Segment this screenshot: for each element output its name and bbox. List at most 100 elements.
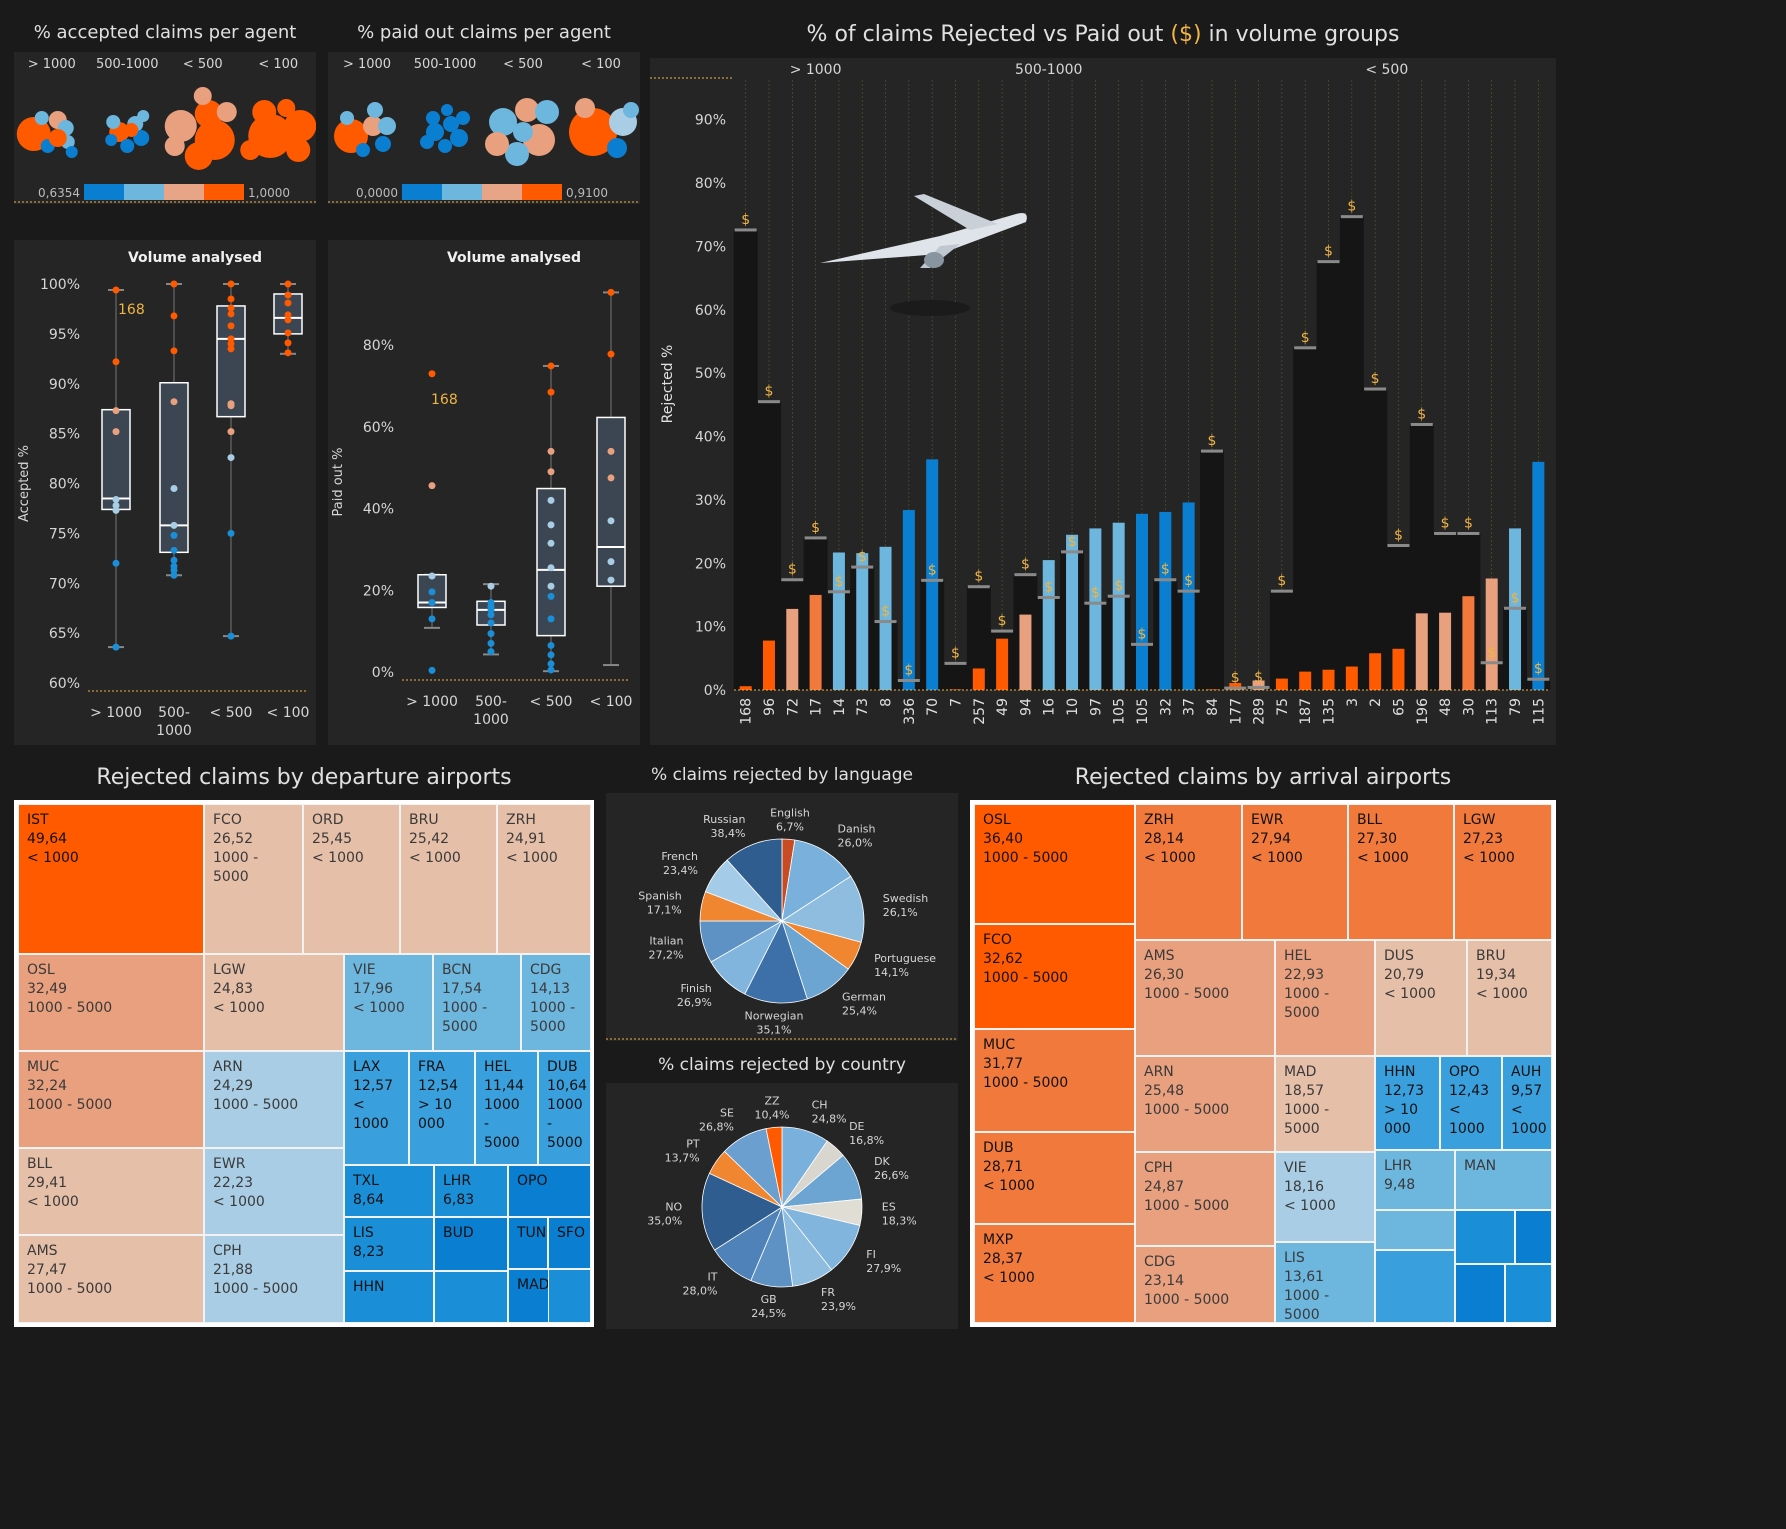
treemap-cell-vie[interactable]: VIE 18,16 < 1000 [1275,1152,1375,1242]
treemap-volume-band: < 1000 [1476,986,1528,1002]
treemap-cell-mxp[interactable]: MXP 28,37 < 1000 [974,1224,1135,1323]
treemap-airport-code: LGW [213,962,246,978]
treemap-airport-code: OSL [983,812,1011,828]
treemap-airport-code: MUC [27,1059,60,1075]
treemap-small-cell[interactable] [1455,1210,1515,1264]
treemap-cell-arn[interactable]: ARN 24,29 1000 - 5000 [204,1051,344,1148]
treemap-cell-fco[interactable]: FCO 26,52 1000 - 5000 [204,804,303,954]
treemap-cell-hhn[interactable]: HHN [344,1271,434,1323]
treemap-cell-zrh[interactable]: ZRH 24,91 < 1000 [497,804,591,954]
treemap-cell-zrh[interactable]: ZRH 28,14 < 1000 [1135,804,1242,940]
treemap-cell-cph[interactable]: CPH 24,87 1000 - 5000 [1135,1152,1275,1246]
treemap-cell-bru[interactable]: BRU 25,42 < 1000 [400,804,497,954]
treemap-cell-lis[interactable]: LIS 13,61 1000 - 5000 [1275,1242,1375,1323]
x-tick-label: 49 [995,698,1011,716]
paid-out-marker [967,585,990,589]
treemap-cell-bru[interactable]: BRU 19,34 < 1000 [1467,940,1552,1056]
country-pie-chart: CH24,8%DE16,8% DK26,6% ES18,3% FI27,9% FR23,… [647,1095,916,1321]
treemap-cell-bll[interactable]: BLL 29,41 < 1000 [18,1148,204,1235]
treemap-cell-arn[interactable]: ARN 25,48 1000 - 5000 [1135,1056,1275,1152]
group-label: 500-1000 [1015,62,1082,78]
treemap-cell-osl[interactable]: OSL 32,49 1000 - 5000 [18,954,204,1051]
treemap-airport-code: VIE [353,962,376,978]
treemap-cell-ewr[interactable]: EWR 22,23 < 1000 [204,1148,344,1235]
bubble [489,108,517,136]
treemap-cell-auh[interactable]: AUH 9,57 < 1000 [1502,1056,1552,1150]
data-point [547,666,555,674]
data-point [170,556,178,564]
treemap-cell-lhr[interactable]: LHR 6,83 [434,1165,508,1217]
data-point [428,666,436,674]
treemap-rejected-value: 22,93 [1284,967,1325,983]
treemap-cell-lgw[interactable]: LGW 24,83 < 1000 [204,954,344,1051]
paid-out-label: $ [1324,244,1333,260]
language-pie-chart: English6,7% Danish26,0% Swedish26,1% Portug… [606,806,958,1040]
accepted-boxplot-panel: Volume analysed Accepted % 100% 95% 90% 85% 80… [14,240,316,745]
treemap-cell-cph[interactable]: CPH 21,88 1000 - 5000 [204,1235,344,1323]
treemap-cell-dub[interactable]: DUB 10,64 1000 - 5000 [538,1051,591,1165]
paid-out-label: $ [1091,585,1100,601]
treemap-cell-ord[interactable]: ORD 25,45 < 1000 [303,804,400,954]
treemap-cell-sfo[interactable]: SFO [548,1217,591,1269]
treemap-airport-code: CPH [213,1243,242,1259]
treemap-cell-man[interactable]: MAN [1455,1150,1552,1210]
data-point [607,350,615,358]
treemap-small-cell[interactable] [1505,1264,1552,1323]
treemap-cell-cdg[interactable]: CDG 14,13 1000 - 5000 [521,954,591,1051]
rejected-bar [1182,502,1195,690]
treemap-cell-fra[interactable]: FRA 12,54 > 10 000 [409,1051,475,1165]
treemap-cell-bud[interactable]: BUD [434,1217,508,1271]
treemap-small-cell[interactable] [434,1271,508,1323]
treemap-cell-dus[interactable]: DUS 20,79 < 1000 [1375,940,1467,1056]
y-tick-label: 70% [695,239,726,255]
treemap-cell-ist[interactable]: IST 49,64 < 1000 [18,804,204,954]
boxplot-title: Volume analysed [128,250,262,266]
treemap-cell-ams[interactable]: AMS 27,47 1000 - 5000 [18,1235,204,1323]
treemap-cell-ams[interactable]: AMS 26,30 1000 - 5000 [1135,940,1275,1056]
y-tick-label: 0% [372,665,394,681]
y-tick-label: 100% [40,277,80,293]
treemap-cell-hel[interactable]: HEL 11,44 1000 - 5000 [475,1051,538,1165]
treemap-volume-band: < 1000 [1284,1198,1336,1214]
treemap-cell-dub[interactable]: DUB 28,71 < 1000 [974,1132,1135,1224]
treemap-rejected-value: 8,64 [353,1192,385,1208]
treemap-cell-hhn[interactable]: HHN 12,73 > 10 000 [1375,1056,1440,1150]
treemap-small-cell[interactable] [1375,1250,1455,1323]
treemap-cell-lhr[interactable]: LHR 9,48 [1375,1150,1455,1210]
treemap-cell-cdg[interactable]: CDG 23,14 1000 - 5000 [1135,1246,1275,1323]
treemap-cell-mad[interactable]: MAD 18,57 1000 - 5000 [1275,1056,1375,1152]
treemap-cell-fco[interactable]: FCO 32,62 1000 - 5000 [974,924,1135,1029]
treemap-cell-bcn[interactable]: BCN 17,54 1000 - 5000 [433,954,521,1051]
treemap-cell-osl[interactable]: OSL 36,40 1000 - 5000 [974,804,1135,924]
paid-out-label: $ [1487,645,1496,661]
paid-out-label: $ [765,384,774,400]
treemap-small-cell[interactable] [548,1269,591,1323]
data-point [170,312,178,320]
treemap-cell-tun[interactable]: TUN [508,1217,548,1269]
treemap-volume-band: < 1000 [213,1000,265,1016]
treemap-cell-muc[interactable]: MUC 31,77 1000 - 5000 [974,1029,1135,1132]
treemap-cell-txl[interactable]: TXL 8,64 [344,1165,434,1217]
treemap-cell-vie[interactable]: VIE 17,96 < 1000 [344,954,433,1051]
bubble [367,102,383,118]
treemap-rejected-value: 12,54 [418,1078,459,1094]
data-point [607,576,615,584]
treemap-cell-lgw[interactable]: LGW 27,23 < 1000 [1454,804,1552,940]
bubble-group-label: < 100 [258,57,298,72]
treemap-cell-ewr[interactable]: EWR 27,94 < 1000 [1242,804,1348,940]
treemap-cell-opo[interactable]: OPO [508,1165,591,1217]
paid-out-marker [804,536,827,540]
treemap-small-cell[interactable] [1455,1264,1505,1323]
pie-label-value: 35,1% [757,1024,792,1037]
treemap-cell-hel[interactable]: HEL 22,93 1000 - 5000 [1275,940,1375,1056]
treemap-cell-lax[interactable]: LAX 12,57 < 1000 [344,1051,409,1165]
treemap-cell-opo[interactable]: OPO 12,43 < 1000 [1440,1056,1502,1150]
treemap-small-cell[interactable] [1375,1210,1455,1250]
paid-out-marker [1200,449,1223,453]
treemap-cell-lis[interactable]: LIS 8,23 [344,1217,434,1271]
treemap-cell-muc[interactable]: MUC 32,24 1000 - 5000 [18,1051,204,1148]
treemap-small-cell[interactable] [1515,1210,1552,1264]
paid-out-label: $ [928,562,937,578]
treemap-cell-bll[interactable]: BLL 27,30 < 1000 [1348,804,1454,940]
bubble [164,136,185,156]
